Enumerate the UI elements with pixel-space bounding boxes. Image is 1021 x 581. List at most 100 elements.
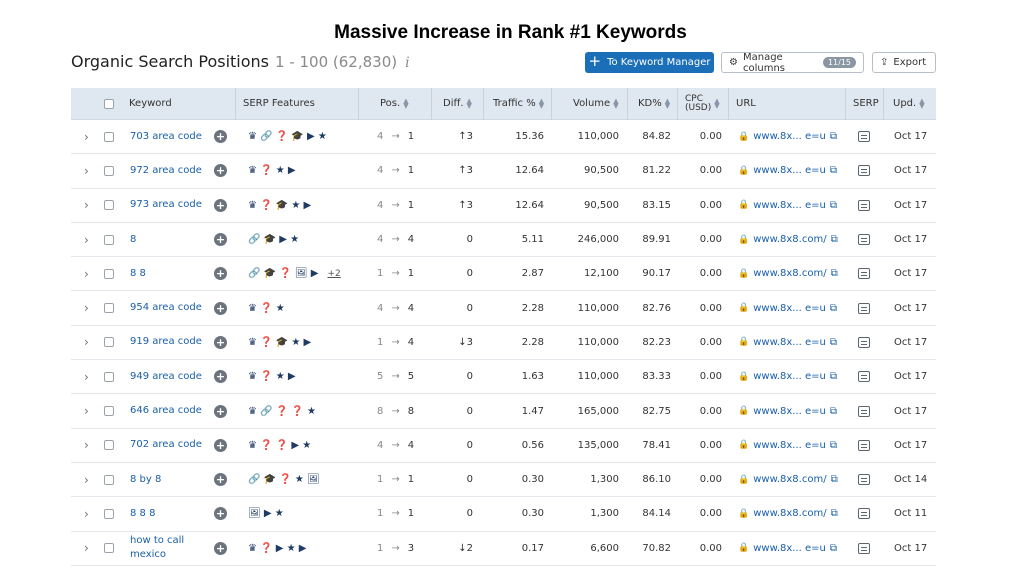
ranking-url[interactable]: 🔒 www.8x... e=u ⧉ xyxy=(738,291,837,324)
external-link-icon[interactable]: ⧉ xyxy=(831,234,838,245)
ranking-url[interactable]: 🔒 www.8x... e=u ⧉ xyxy=(738,360,837,393)
plus-circle-icon[interactable]: + xyxy=(214,360,227,393)
plus-circle-icon[interactable]: + xyxy=(214,189,227,222)
keyword-link[interactable]: 8 8 8 xyxy=(130,497,215,530)
keyword-link[interactable]: 8 by 8 xyxy=(130,463,215,496)
external-link-icon[interactable]: ⧉ xyxy=(830,440,837,451)
select-all-checkbox[interactable] xyxy=(104,88,114,120)
row-checkbox[interactable] xyxy=(104,463,114,496)
row-checkbox[interactable] xyxy=(104,257,114,290)
manage-columns-button[interactable]: ⚙ Manage columns 11/15 xyxy=(721,52,864,74)
external-link-icon[interactable]: ⧉ xyxy=(830,371,837,382)
external-link-icon[interactable]: ⧉ xyxy=(831,268,838,279)
external-link-icon[interactable]: ⧉ xyxy=(830,337,837,348)
plus-circle-icon[interactable]: + xyxy=(214,154,227,187)
serp-snapshot-icon[interactable] xyxy=(858,120,870,153)
chevron-right-icon[interactable]: › xyxy=(84,154,89,187)
chevron-right-icon[interactable]: › xyxy=(84,120,89,153)
serp-snapshot-icon[interactable] xyxy=(858,497,870,530)
serp-snapshot-icon[interactable] xyxy=(858,257,870,290)
external-link-icon[interactable]: ⧉ xyxy=(830,131,837,142)
external-link-icon[interactable]: ⧉ xyxy=(830,543,837,554)
row-checkbox[interactable] xyxy=(104,497,114,530)
ranking-url[interactable]: 🔒 www.8x... e=u ⧉ xyxy=(738,326,837,359)
keyword-link[interactable]: 949 area code xyxy=(130,360,215,393)
ranking-url[interactable]: 🔒 www.8x... e=u ⧉ xyxy=(738,394,837,427)
keyword-link[interactable]: 8 xyxy=(130,223,215,256)
plus-circle-icon[interactable]: + xyxy=(214,532,227,565)
external-link-icon[interactable]: ⧉ xyxy=(831,474,838,485)
ranking-url[interactable]: 🔒 www.8x... e=u ⧉ xyxy=(738,154,837,187)
col-keyword[interactable]: Keyword xyxy=(129,88,172,120)
chevron-right-icon[interactable]: › xyxy=(84,360,89,393)
more-features-link[interactable]: +2 xyxy=(327,269,340,279)
plus-circle-icon[interactable]: + xyxy=(214,120,227,153)
col-kd[interactable]: KD% ▲ ▼ xyxy=(638,88,670,120)
row-checkbox[interactable] xyxy=(104,360,114,393)
ranking-url[interactable]: 🔒 www.8x8.com/ ⧉ xyxy=(738,257,838,290)
external-link-icon[interactable]: ⧉ xyxy=(830,406,837,417)
keyword-link[interactable]: 954 area code xyxy=(130,291,215,324)
ranking-url[interactable]: 🔒 www.8x... e=u ⧉ xyxy=(738,532,837,565)
serp-snapshot-icon[interactable] xyxy=(858,189,870,222)
serp-snapshot-icon[interactable] xyxy=(858,154,870,187)
serp-snapshot-icon[interactable] xyxy=(858,223,870,256)
serp-snapshot-icon[interactable] xyxy=(858,429,870,462)
row-checkbox[interactable] xyxy=(104,326,114,359)
col-volume[interactable]: Volume ▲ ▼ xyxy=(573,88,619,120)
row-checkbox[interactable] xyxy=(104,394,114,427)
keyword-link[interactable]: 919 area code xyxy=(130,326,215,359)
col-cpc[interactable]: CPC (USD) ▲ ▼ xyxy=(685,88,720,120)
row-checkbox[interactable] xyxy=(104,291,114,324)
chevron-right-icon[interactable]: › xyxy=(84,291,89,324)
row-checkbox[interactable] xyxy=(104,532,114,565)
serp-snapshot-icon[interactable] xyxy=(858,463,870,496)
serp-snapshot-icon[interactable] xyxy=(858,360,870,393)
row-checkbox[interactable] xyxy=(104,120,114,153)
plus-circle-icon[interactable]: + xyxy=(214,497,227,530)
plus-circle-icon[interactable]: + xyxy=(214,394,227,427)
col-pos[interactable]: Pos. ▲ ▼ xyxy=(380,88,409,120)
plus-circle-icon[interactable]: + xyxy=(214,463,227,496)
chevron-right-icon[interactable]: › xyxy=(84,257,89,290)
external-link-icon[interactable]: ⧉ xyxy=(830,165,837,176)
ranking-url[interactable]: 🔒 www.8x8.com/ ⧉ xyxy=(738,223,838,256)
keyword-link[interactable]: 703 area code xyxy=(130,120,215,153)
serp-snapshot-icon[interactable] xyxy=(858,394,870,427)
plus-circle-icon[interactable]: + xyxy=(214,326,227,359)
export-button[interactable]: ⇪ Export xyxy=(872,52,936,73)
external-link-icon[interactable]: ⧉ xyxy=(830,303,837,314)
chevron-right-icon[interactable]: › xyxy=(84,326,89,359)
plus-circle-icon[interactable]: + xyxy=(214,223,227,256)
chevron-right-icon[interactable]: › xyxy=(84,463,89,496)
chevron-right-icon[interactable]: › xyxy=(84,189,89,222)
ranking-url[interactable]: 🔒 www.8x8.com/ ⧉ xyxy=(738,497,838,530)
plus-circle-icon[interactable]: + xyxy=(214,257,227,290)
row-checkbox[interactable] xyxy=(104,189,114,222)
ranking-url[interactable]: 🔒 www.8x... e=u ⧉ xyxy=(738,189,837,222)
keyword-link[interactable]: 8 8 xyxy=(130,257,215,290)
ranking-url[interactable]: 🔒 www.8x... e=u ⧉ xyxy=(738,429,837,462)
chevron-right-icon[interactable]: › xyxy=(84,429,89,462)
col-traffic[interactable]: Traffic % ▲ ▼ xyxy=(493,88,544,120)
chevron-right-icon[interactable]: › xyxy=(84,497,89,530)
col-diff[interactable]: Diff. ▲ ▼ xyxy=(443,88,472,120)
info-icon[interactable]: i xyxy=(405,55,409,71)
row-checkbox[interactable] xyxy=(104,429,114,462)
ranking-url[interactable]: 🔒 www.8x... e=u ⧉ xyxy=(738,120,837,153)
keyword-link[interactable]: 702 area code xyxy=(130,429,215,462)
row-checkbox[interactable] xyxy=(104,154,114,187)
serp-snapshot-icon[interactable] xyxy=(858,532,870,565)
external-link-icon[interactable]: ⧉ xyxy=(831,508,838,519)
chevron-right-icon[interactable]: › xyxy=(84,532,89,565)
plus-circle-icon[interactable]: + xyxy=(214,429,227,462)
to-keyword-manager-button[interactable]: + To Keyword Manager xyxy=(585,52,714,73)
chevron-right-icon[interactable]: › xyxy=(84,223,89,256)
keyword-link[interactable]: 972 area code xyxy=(130,154,215,187)
ranking-url[interactable]: 🔒 www.8x8.com/ ⧉ xyxy=(738,463,838,496)
chevron-right-icon[interactable]: › xyxy=(84,394,89,427)
plus-circle-icon[interactable]: + xyxy=(214,291,227,324)
row-checkbox[interactable] xyxy=(104,223,114,256)
keyword-link[interactable]: how to call mexico xyxy=(130,532,215,565)
serp-snapshot-icon[interactable] xyxy=(858,326,870,359)
